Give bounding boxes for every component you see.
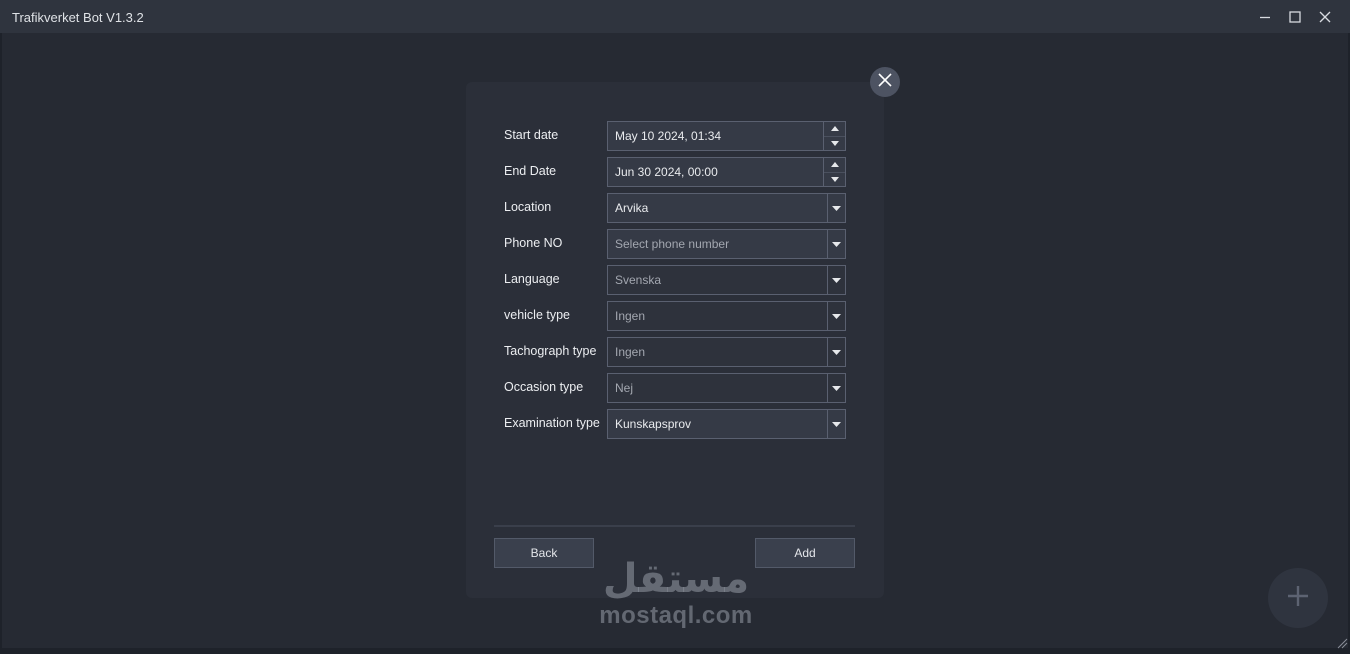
close-x-icon xyxy=(877,72,893,93)
add-button[interactable]: Add xyxy=(755,538,855,568)
chevron-down-icon[interactable] xyxy=(827,266,845,294)
vehicle-type-value: Ingen xyxy=(615,309,827,323)
examination-type-select[interactable]: Kunskapsprov xyxy=(607,409,846,439)
tachograph-type-value: Ingen xyxy=(615,345,827,359)
tachograph-type-label: Tachograph type xyxy=(504,344,596,358)
window-title: Trafikverket Bot V1.3.2 xyxy=(12,10,144,25)
spin-up-icon[interactable] xyxy=(824,158,845,172)
vehicle-type-select[interactable]: Ingen xyxy=(607,301,846,331)
start-date-spinner[interactable] xyxy=(823,122,845,150)
minimize-button[interactable] xyxy=(1250,0,1280,33)
start-date-value: May 10 2024, 01:34 xyxy=(615,129,823,143)
language-select[interactable]: Svenska xyxy=(607,265,846,295)
dialog-divider xyxy=(494,525,855,527)
spin-down-icon[interactable] xyxy=(824,136,845,151)
chevron-down-icon[interactable] xyxy=(827,338,845,366)
occasion-type-select[interactable]: Nej xyxy=(607,373,846,403)
vehicle-type-label: vehicle type xyxy=(504,308,570,322)
window-close-button[interactable] xyxy=(1310,0,1340,33)
tachograph-type-select[interactable]: Ingen xyxy=(607,337,846,367)
maximize-button[interactable] xyxy=(1280,0,1310,33)
phone-placeholder: Select phone number xyxy=(615,237,827,251)
spin-up-icon[interactable] xyxy=(824,122,845,136)
examination-type-label: Examination type xyxy=(504,416,600,430)
chevron-down-icon[interactable] xyxy=(827,194,845,222)
phone-label: Phone NO xyxy=(504,236,562,250)
chevron-down-icon[interactable] xyxy=(827,230,845,258)
chevron-down-icon[interactable] xyxy=(827,302,845,330)
back-button[interactable]: Back xyxy=(494,538,594,568)
language-label: Language xyxy=(504,272,560,286)
end-date-spinner[interactable] xyxy=(823,158,845,186)
end-date-input[interactable]: Jun 30 2024, 00:00 xyxy=(607,157,846,187)
close-icon xyxy=(1319,11,1331,23)
occasion-type-value: Nej xyxy=(615,381,827,395)
start-date-input[interactable]: May 10 2024, 01:34 xyxy=(607,121,846,151)
maximize-icon xyxy=(1289,11,1301,23)
examination-type-value: Kunskapsprov xyxy=(615,417,827,431)
location-select[interactable]: Arvika xyxy=(607,193,846,223)
resize-grip-icon[interactable] xyxy=(1336,636,1348,648)
chevron-down-icon[interactable] xyxy=(827,410,845,438)
start-date-label: Start date xyxy=(504,128,558,142)
language-value: Svenska xyxy=(615,273,827,287)
phone-select[interactable]: Select phone number xyxy=(607,229,846,259)
chevron-down-icon[interactable] xyxy=(827,374,845,402)
occasion-type-label: Occasion type xyxy=(504,380,583,394)
add-floating-button[interactable] xyxy=(1268,568,1328,628)
minimize-icon xyxy=(1259,11,1271,23)
end-date-value: Jun 30 2024, 00:00 xyxy=(615,165,823,179)
spin-down-icon[interactable] xyxy=(824,172,845,187)
title-bar: Trafikverket Bot V1.3.2 xyxy=(0,0,1350,33)
plus-icon xyxy=(1286,584,1310,613)
end-date-label: End Date xyxy=(504,164,556,178)
dialog-close-button[interactable] xyxy=(870,67,900,97)
location-value: Arvika xyxy=(615,201,827,215)
location-label: Location xyxy=(504,200,551,214)
